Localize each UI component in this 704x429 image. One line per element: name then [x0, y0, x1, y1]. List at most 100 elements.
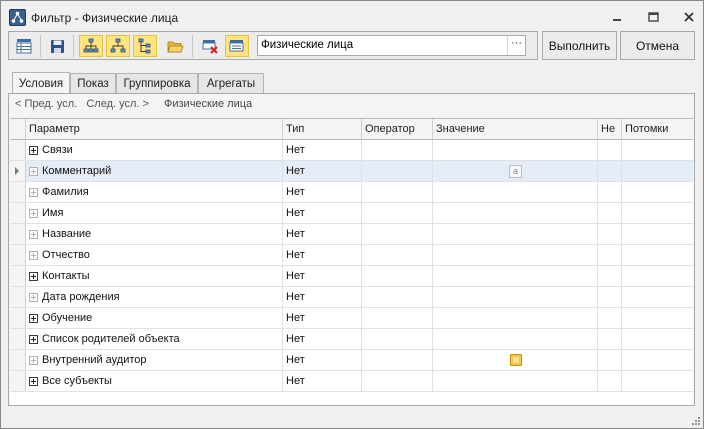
- cell-value[interactable]: [433, 329, 598, 349]
- text-value-icon[interactable]: a: [509, 165, 522, 178]
- cell-parameter[interactable]: Название: [26, 224, 283, 244]
- cell-descendants[interactable]: [622, 371, 693, 391]
- cell-not[interactable]: [598, 350, 622, 370]
- cell-value[interactable]: [433, 203, 598, 223]
- cell-type[interactable]: Нет: [283, 266, 362, 286]
- cell-descendants[interactable]: [622, 266, 693, 286]
- row-indicator[interactable]: [10, 287, 26, 307]
- cell-value[interactable]: [433, 287, 598, 307]
- cell-not[interactable]: [598, 287, 622, 307]
- table-row[interactable]: Внутренний аудитор Нет: [10, 350, 693, 371]
- cell-descendants[interactable]: [622, 350, 693, 370]
- table-row[interactable]: Дата рождения Нет: [10, 287, 693, 308]
- column-header-not[interactable]: Не: [598, 119, 622, 139]
- table-row[interactable]: Отчество Нет: [10, 245, 693, 266]
- cell-descendants[interactable]: [622, 224, 693, 244]
- cell-parameter[interactable]: Комментарий: [26, 161, 283, 181]
- row-indicator[interactable]: [10, 350, 26, 370]
- save-button[interactable]: [45, 35, 69, 57]
- cell-not[interactable]: [598, 308, 622, 328]
- cell-value[interactable]: [433, 308, 598, 328]
- cell-operator[interactable]: [362, 140, 433, 160]
- cell-descendants[interactable]: [622, 140, 693, 160]
- filter-browse-button[interactable]: ···: [507, 36, 525, 55]
- cell-descendants[interactable]: [622, 287, 693, 307]
- table-row[interactable]: Все субъекты Нет: [10, 371, 693, 392]
- tab-grouping[interactable]: Группировка: [116, 73, 198, 94]
- expand-icon[interactable]: [29, 188, 38, 197]
- cell-descendants[interactable]: [622, 182, 693, 202]
- cell-not[interactable]: [598, 224, 622, 244]
- cell-operator[interactable]: [362, 350, 433, 370]
- open-button[interactable]: [163, 35, 187, 57]
- cell-descendants[interactable]: [622, 308, 693, 328]
- expand-icon[interactable]: [29, 314, 38, 323]
- cell-not[interactable]: [598, 245, 622, 265]
- grid-settings-button[interactable]: [12, 35, 36, 57]
- row-indicator[interactable]: [10, 329, 26, 349]
- cell-operator[interactable]: [362, 371, 433, 391]
- cell-not[interactable]: [598, 161, 622, 181]
- cell-type[interactable]: Нет: [283, 329, 362, 349]
- next-condition-link[interactable]: След. усл. >: [86, 98, 149, 110]
- cell-parameter[interactable]: Все субъекты: [26, 371, 283, 391]
- row-indicator[interactable]: [10, 140, 26, 160]
- table-row[interactable]: Комментарий Нет a: [10, 161, 693, 182]
- cell-operator[interactable]: [362, 329, 433, 349]
- cell-type[interactable]: Нет: [283, 203, 362, 223]
- row-indicator[interactable]: [10, 266, 26, 286]
- expand-icon[interactable]: [29, 209, 38, 218]
- expand-icon[interactable]: [29, 293, 38, 302]
- cell-type[interactable]: Нет: [283, 308, 362, 328]
- cell-value[interactable]: [433, 245, 598, 265]
- cell-parameter[interactable]: Контакты: [26, 266, 283, 286]
- table-row[interactable]: Обучение Нет: [10, 308, 693, 329]
- row-indicator[interactable]: [10, 371, 26, 391]
- cell-type[interactable]: Нет: [283, 182, 362, 202]
- cell-value[interactable]: [433, 371, 598, 391]
- cell-value[interactable]: [433, 224, 598, 244]
- cell-descendants[interactable]: [622, 329, 693, 349]
- cell-operator[interactable]: [362, 287, 433, 307]
- cell-value[interactable]: a: [433, 161, 598, 181]
- cell-not[interactable]: [598, 371, 622, 391]
- add-child-node-button[interactable]: [106, 35, 130, 57]
- cell-parameter[interactable]: Имя: [26, 203, 283, 223]
- expand-icon[interactable]: [29, 356, 38, 365]
- cell-type[interactable]: Нет: [283, 161, 362, 181]
- row-indicator[interactable]: [10, 245, 26, 265]
- expand-icon[interactable]: [29, 335, 38, 344]
- resize-grip[interactable]: [690, 415, 700, 425]
- expand-icon[interactable]: [29, 146, 38, 155]
- cell-type[interactable]: Нет: [283, 245, 362, 265]
- cell-not[interactable]: [598, 329, 622, 349]
- prev-condition-link[interactable]: < Пред. усл.: [15, 98, 77, 110]
- table-row[interactable]: Контакты Нет: [10, 266, 693, 287]
- cell-parameter[interactable]: Список родителей объекта: [26, 329, 283, 349]
- cell-not[interactable]: [598, 140, 622, 160]
- close-button[interactable]: [675, 7, 703, 27]
- cell-type[interactable]: Нет: [283, 140, 362, 160]
- cell-not[interactable]: [598, 203, 622, 223]
- cell-parameter[interactable]: Дата рождения: [26, 287, 283, 307]
- cell-operator[interactable]: [362, 182, 433, 202]
- cell-value[interactable]: [433, 140, 598, 160]
- table-row[interactable]: Связи Нет: [10, 140, 693, 161]
- cell-parameter[interactable]: Связи: [26, 140, 283, 160]
- column-header-value[interactable]: Значение: [433, 119, 598, 139]
- column-header-type[interactable]: Тип: [283, 119, 362, 139]
- maximize-button[interactable]: [639, 7, 667, 27]
- hierarchy-button[interactable]: [133, 35, 157, 57]
- row-indicator[interactable]: [10, 161, 26, 181]
- tab-display[interactable]: Показ: [70, 73, 116, 94]
- column-header-parameter[interactable]: Параметр: [26, 119, 283, 139]
- column-header-operator[interactable]: Оператор: [362, 119, 433, 139]
- cell-not[interactable]: [598, 182, 622, 202]
- title-bar[interactable]: Фильтр - Физические лица: [1, 1, 703, 31]
- row-indicator[interactable]: [10, 224, 26, 244]
- cell-operator[interactable]: [362, 266, 433, 286]
- cell-type[interactable]: Нет: [283, 287, 362, 307]
- expand-icon[interactable]: [29, 251, 38, 260]
- cell-operator[interactable]: [362, 308, 433, 328]
- cell-descendants[interactable]: [622, 245, 693, 265]
